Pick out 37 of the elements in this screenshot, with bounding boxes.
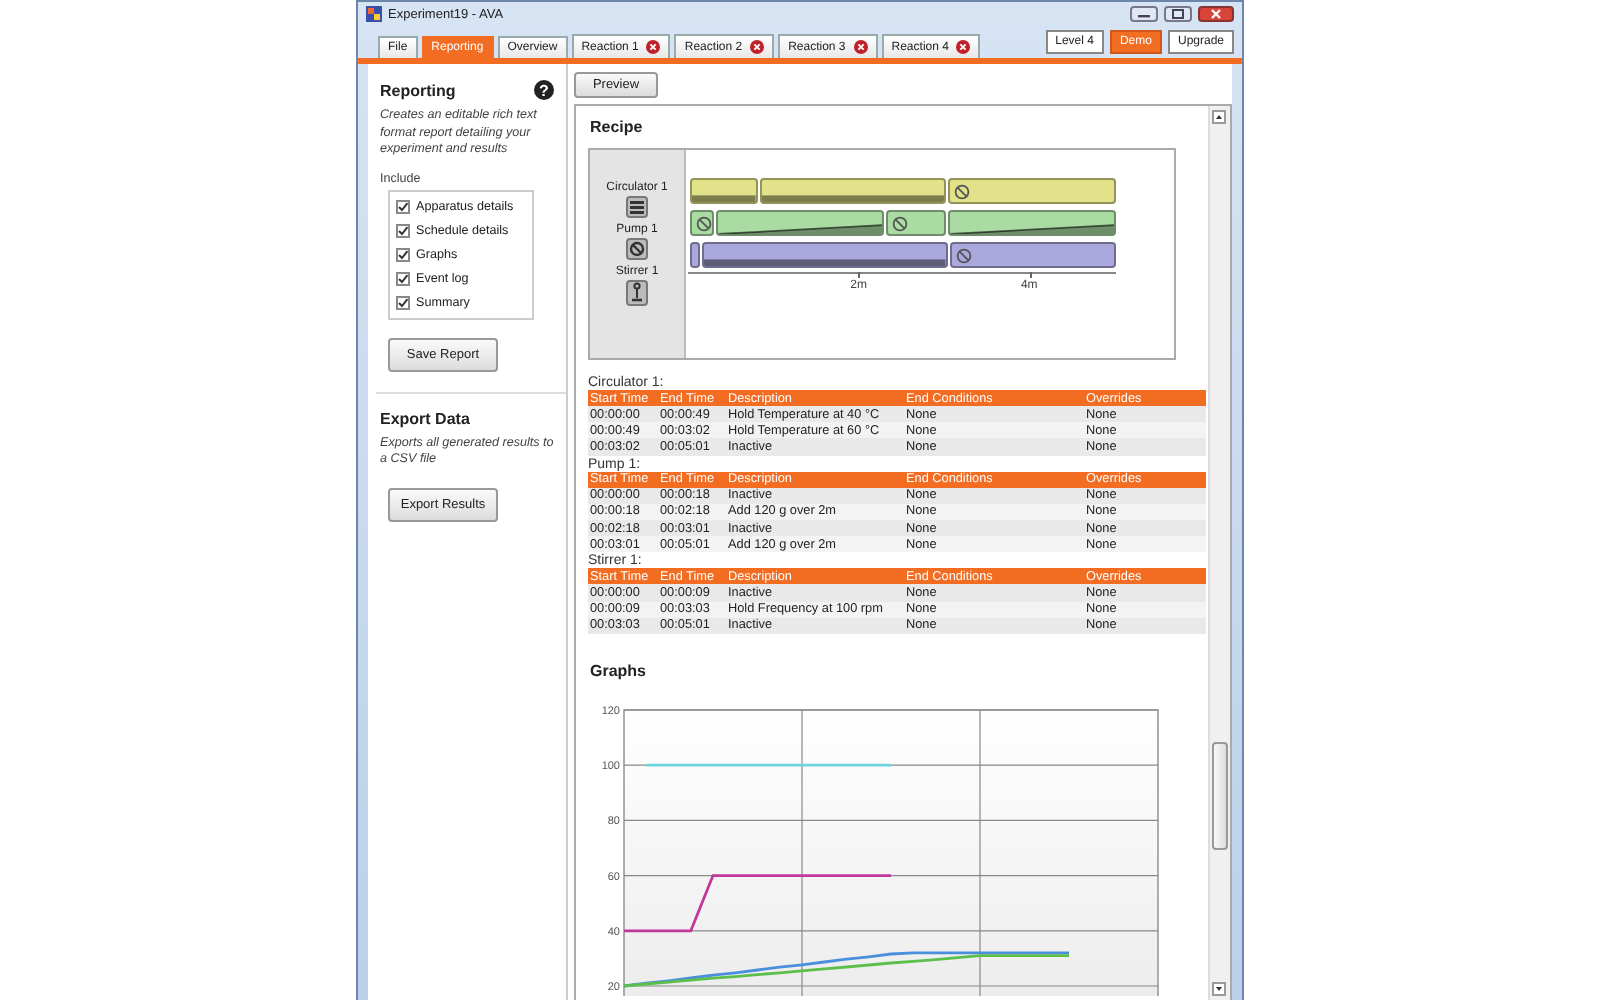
checkbox[interactable] — [396, 223, 410, 237]
circulator-icon — [626, 196, 648, 218]
maximize-icon[interactable] — [1164, 6, 1192, 22]
section-heading: Graphs — [590, 661, 649, 680]
schedule-bar[interactable] — [690, 210, 714, 236]
schedule-bar[interactable] — [886, 210, 946, 236]
schedule-bar[interactable] — [690, 178, 758, 204]
checkbox[interactable] — [396, 247, 410, 261]
schedule-bar[interactable] — [947, 210, 1116, 236]
section-title: Export Data — [380, 409, 470, 427]
stirrer-icon — [626, 280, 648, 306]
schedule-bar[interactable] — [759, 178, 947, 204]
minimize-icon[interactable] — [1130, 6, 1158, 22]
prohibited-icon — [954, 184, 971, 200]
close-icon[interactable] — [646, 40, 661, 54]
schedule-bar[interactable] — [948, 178, 1116, 204]
schedule-bar[interactable] — [715, 210, 885, 236]
scroll-thumb[interactable] — [1212, 742, 1228, 850]
prohibited-icon — [956, 248, 973, 264]
checkbox[interactable] — [396, 271, 410, 285]
checkbox[interactable] — [396, 199, 410, 213]
close-icon[interactable] — [750, 40, 765, 54]
checkbox[interactable] — [396, 295, 410, 309]
prohibited-icon — [892, 216, 909, 232]
scroll-up-icon[interactable] — [1212, 110, 1226, 124]
section-title: Reporting — [380, 81, 456, 99]
scroll-down-icon[interactable] — [1212, 982, 1226, 996]
schedule-bar[interactable] — [690, 242, 701, 268]
scrollbar[interactable] — [1208, 106, 1230, 1000]
close-icon[interactable] — [1198, 6, 1234, 22]
section-heading: Recipe — [590, 118, 645, 136]
help-icon[interactable]: ? — [534, 80, 554, 100]
close-icon[interactable] — [956, 40, 971, 54]
schedule-bar[interactable] — [702, 242, 949, 268]
prohibited-icon — [696, 216, 712, 232]
app-icon — [366, 6, 382, 22]
pump-icon — [626, 238, 648, 260]
